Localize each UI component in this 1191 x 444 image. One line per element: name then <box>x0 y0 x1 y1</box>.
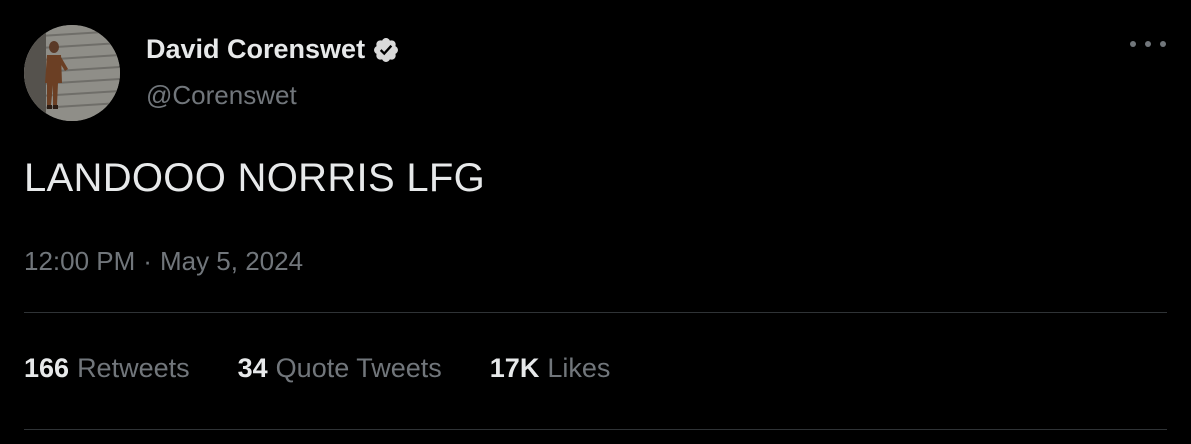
retweets-count: 166 <box>24 353 70 383</box>
divider <box>24 312 1167 313</box>
more-dot <box>1145 41 1151 47</box>
meta-separator: · <box>143 246 152 276</box>
tweet-time[interactable]: 12:00 PM <box>24 246 135 276</box>
tweet-timestamp[interactable]: 12:00 PM · May 5, 2024 <box>24 246 303 277</box>
quote-tweets-stat[interactable]: 34 Quote Tweets <box>238 353 442 384</box>
engagement-stats: 166 Retweets 34 Quote Tweets 17K Likes <box>24 353 658 384</box>
author-handle[interactable]: @Corenswet <box>146 80 297 111</box>
more-dot <box>1160 41 1166 47</box>
likes-label: Likes <box>547 353 611 383</box>
retweets-stat[interactable]: 166 Retweets <box>24 353 190 384</box>
display-name[interactable]: David Corenswet <box>146 34 365 65</box>
tweet-date[interactable]: May 5, 2024 <box>160 246 303 276</box>
tweet-card: David Corenswet @Corenswet LANDOOO NORRI… <box>0 0 1191 444</box>
tweet-text: LANDOOO NORRIS LFG <box>24 156 486 200</box>
profile-photo <box>24 25 120 121</box>
more-options-icon[interactable] <box>1128 30 1168 58</box>
verified-badge-icon <box>374 37 399 62</box>
more-dot <box>1130 41 1136 47</box>
author-name[interactable]: David Corenswet <box>146 34 400 65</box>
retweets-label: Retweets <box>77 353 190 383</box>
quote-tweets-count: 34 <box>237 353 268 383</box>
likes-count: 17K <box>489 353 540 383</box>
likes-stat[interactable]: 17K Likes <box>490 353 611 384</box>
divider <box>24 429 1167 430</box>
avatar[interactable] <box>24 25 120 121</box>
quote-tweets-label: Quote Tweets <box>275 353 442 383</box>
